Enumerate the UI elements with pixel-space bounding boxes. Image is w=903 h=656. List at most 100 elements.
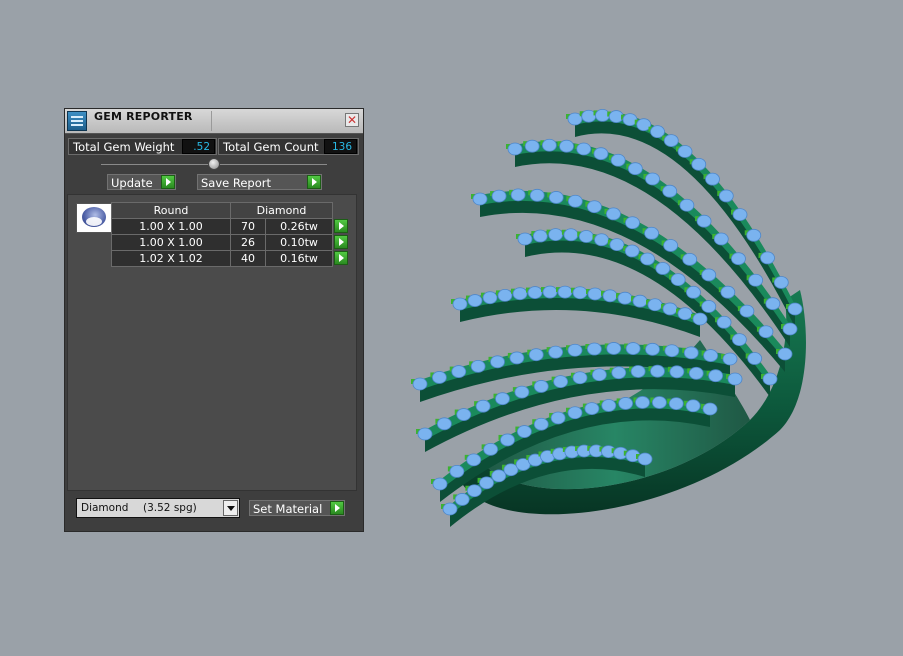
diamond (559, 139, 574, 153)
diamond (584, 402, 600, 415)
panel-title: GEM REPORTER (94, 110, 193, 123)
diamond (572, 286, 588, 300)
gem-rows (411, 109, 803, 527)
diamond (758, 325, 774, 339)
header-shape: Round (111, 202, 231, 219)
diamond (668, 397, 684, 411)
ring-model-render[interactable] (400, 100, 820, 530)
update-button[interactable]: Update (107, 174, 176, 190)
diamond (412, 377, 428, 391)
gem-weight: 0.26tw (265, 218, 333, 235)
table-row[interactable]: 1.00 X 1.00 70 0.26tw (111, 218, 350, 235)
green-play-arrow-icon[interactable] (334, 218, 348, 233)
diamond (705, 172, 720, 186)
diamond (466, 484, 482, 498)
diamond (655, 262, 671, 275)
diamond (651, 396, 667, 409)
diamond (467, 294, 483, 307)
diamond (716, 315, 732, 329)
green-play-arrow-icon[interactable] (334, 250, 348, 265)
total-gem-count-value: 136 (324, 139, 357, 154)
diamond (625, 342, 641, 355)
diamond (514, 385, 530, 399)
diamond (567, 343, 583, 357)
diamond (482, 291, 498, 305)
diamond (708, 369, 724, 383)
diamond (632, 294, 648, 308)
diamond (691, 157, 707, 171)
diamond (567, 194, 583, 208)
diamond (739, 304, 755, 318)
close-icon[interactable]: ✕ (345, 113, 359, 127)
diamond (432, 477, 448, 491)
diamond (748, 273, 764, 287)
diamond (442, 502, 458, 516)
save-report-label: Save Report (201, 176, 272, 190)
gem-count: 70 (230, 218, 266, 235)
diamond (688, 366, 704, 380)
set-material-button[interactable]: Set Material (249, 500, 345, 516)
gem-list: Round Diamond 1.00 X 1.00 70 0.26tw 1.00… (67, 194, 357, 491)
diamond (617, 291, 633, 305)
green-play-arrow-icon[interactable] (334, 234, 348, 249)
diamond (594, 233, 609, 247)
diamond (627, 162, 643, 176)
chevron-down-icon[interactable] (223, 500, 238, 516)
diamond (563, 228, 579, 242)
diamond (610, 153, 626, 167)
diamond (517, 232, 533, 246)
diamond (727, 372, 743, 386)
diamond (601, 399, 617, 412)
diamond (663, 134, 679, 148)
set-material-label: Set Material (253, 502, 323, 516)
size-slider-handle[interactable] (208, 158, 220, 170)
material-dropdown[interactable]: Diamond (3.52 spg) (76, 498, 240, 518)
table-row[interactable]: 1.02 X 1.02 40 0.16tw (111, 250, 350, 267)
diamond (533, 417, 549, 431)
diamond (747, 352, 763, 365)
diamond (470, 359, 486, 373)
diamond (532, 229, 548, 243)
diamond (541, 138, 557, 152)
diamond (696, 214, 712, 228)
diamond (516, 425, 532, 438)
diamond (572, 371, 588, 385)
header-material: Diamond (230, 202, 333, 219)
diamond (491, 189, 507, 203)
green-play-arrow-icon (307, 175, 321, 189)
diamond (773, 276, 789, 289)
diamond (497, 288, 513, 302)
diamond (702, 402, 718, 416)
3d-viewport[interactable]: GEM REPORTER ✕ Total Gem Weight .52 Tota… (0, 0, 903, 656)
title-bar[interactable]: GEM REPORTER ✕ (65, 109, 363, 134)
diamond (701, 300, 717, 313)
green-play-arrow-icon (330, 501, 344, 515)
save-report-button[interactable]: Save Report (197, 174, 322, 190)
diamond (682, 252, 698, 266)
diamond (701, 268, 717, 282)
round-gem-icon[interactable] (76, 203, 112, 233)
gem-size: 1.00 X 1.00 (111, 234, 231, 251)
diamond (718, 189, 734, 203)
gem-table: Round Diamond 1.00 X 1.00 70 0.26tw 1.00… (111, 202, 350, 267)
diamond (454, 493, 470, 506)
gem-count: 26 (230, 234, 266, 251)
diamond (548, 228, 564, 242)
green-play-arrow-icon (161, 175, 175, 189)
diamond (449, 465, 465, 478)
diamond (731, 333, 747, 347)
table-row[interactable]: 1.00 X 1.00 26 0.10tw (111, 234, 350, 251)
title-divider (211, 111, 212, 131)
gem-weight: 0.16tw (265, 250, 333, 267)
diamond (578, 230, 594, 243)
diamond (512, 287, 528, 301)
diamond (510, 188, 526, 202)
gem-size: 1.02 X 1.02 (111, 250, 231, 267)
diamond (533, 380, 549, 393)
gem-size: 1.00 X 1.00 (111, 218, 231, 235)
diamond (542, 285, 558, 299)
diamond (746, 228, 762, 242)
diamond (509, 351, 525, 365)
diamond (602, 289, 618, 303)
diamond (528, 348, 544, 362)
